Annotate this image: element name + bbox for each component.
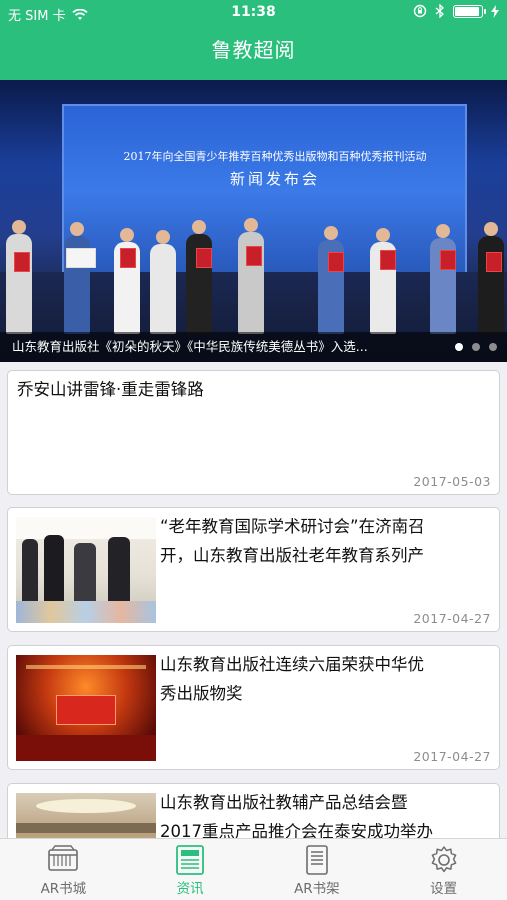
photo-certificate xyxy=(380,250,396,270)
banner-caption-bar: 山东教育出版社《初朵的秋天》《中华民族传统美德丛书》入选... xyxy=(0,332,507,362)
news-title: 乔安山讲雷锋·重走雷锋路 xyxy=(17,380,204,399)
news-date: 2017-05-03 xyxy=(413,474,491,489)
orientation-lock-icon xyxy=(413,4,427,18)
tab-settings[interactable]: 设置 xyxy=(380,839,507,900)
news-card[interactable]: 山东教育出版社连续六届荣获中华优 秀出版物奖 2017-04-27 xyxy=(7,645,500,770)
photo-certificate xyxy=(196,248,212,268)
battery-icon xyxy=(453,4,486,18)
news-card[interactable]: 乔安山讲雷锋·重走雷锋路 2017-05-03 xyxy=(7,370,500,495)
bookshelf-icon xyxy=(306,845,328,875)
news-date: 2017-04-27 xyxy=(413,611,491,626)
bookstore-icon xyxy=(48,845,79,871)
tab-ar-bookstore[interactable]: AR书城 xyxy=(0,839,127,900)
settings-gear-icon xyxy=(431,846,456,873)
photo-certificate xyxy=(328,252,344,272)
news-card[interactable]: 山东教育出版社教辅产品总结会暨 2017重点产品推介会在泰安成功举办 xyxy=(7,783,500,838)
bluetooth-icon xyxy=(435,4,444,18)
banner-carousel[interactable]: 2017年向全国青少年推荐百种优秀出版物和百种优秀报刊活动 新闻发布会 山东教育… xyxy=(0,80,507,362)
carousel-dot[interactable] xyxy=(472,343,480,351)
conference-photo xyxy=(16,517,156,623)
meeting-hall-photo xyxy=(16,793,156,838)
tab-label: AR书架 xyxy=(294,881,340,897)
stage-subheading: 新闻发布会 xyxy=(229,170,320,188)
stage-heading: 2017年向全国青少年推荐百种优秀出版物和百种优秀报刊活动 xyxy=(123,150,427,163)
news-title-line2: 2017重点产品推介会在泰安成功举办 xyxy=(160,822,433,838)
top-bar: 无 SIM 卡 11:38 鲁教超阅 xyxy=(0,0,507,80)
news-date: 2017-04-27 xyxy=(413,749,491,764)
photo-certificate xyxy=(14,252,30,272)
photo-certificate xyxy=(440,250,456,270)
photo-certificate xyxy=(120,248,136,268)
news-card[interactable]: “老年教育国际学术研讨会”在济南召 开，山东教育出版社老年教育系列产 2017-… xyxy=(7,507,500,632)
tab-news[interactable]: 资讯 xyxy=(127,839,254,900)
news-icon xyxy=(176,845,205,875)
photo-certificate xyxy=(486,252,502,272)
news-list[interactable]: 乔安山讲雷锋·重走雷锋路 2017-05-03 “老年教育国际学术研讨会”在济南… xyxy=(0,362,507,838)
award-ceremony-photo xyxy=(16,655,156,761)
news-title-line2: 开，山东教育出版社老年教育系列产 xyxy=(160,546,424,565)
news-title-line1: 山东教育出版社连续六届荣获中华优 xyxy=(160,655,424,674)
charging-icon xyxy=(491,4,499,18)
photo-certificate xyxy=(246,246,262,266)
photo-certificate xyxy=(66,248,96,268)
status-right xyxy=(413,4,499,18)
tab-label: 设置 xyxy=(430,881,458,897)
banner-caption: 山东教育出版社《初朵的秋天》《中华民族传统美德丛书》入选... xyxy=(12,339,368,354)
news-title-line1: 山东教育出版社教辅产品总结会暨 xyxy=(160,793,408,812)
news-title-line1: “老年教育国际学术研讨会”在济南召 xyxy=(160,517,425,536)
carousel-dot[interactable] xyxy=(455,343,463,351)
photo-person xyxy=(6,220,32,334)
status-bar: 无 SIM 卡 11:38 xyxy=(0,0,507,26)
carousel-page-dots[interactable] xyxy=(455,343,497,351)
page-title: 鲁教超阅 xyxy=(211,38,296,62)
news-title-line2: 秀出版物奖 xyxy=(160,684,243,703)
tab-label: 资讯 xyxy=(176,881,204,897)
carousel-dot[interactable] xyxy=(489,343,497,351)
tab-label: AR书城 xyxy=(40,881,87,897)
photo-person xyxy=(150,230,176,334)
bottom-tab-bar: AR书城 资讯 AR书架 设置 xyxy=(0,838,507,900)
tab-ar-bookshelf[interactable]: AR书架 xyxy=(254,839,381,900)
photo-person xyxy=(478,222,504,334)
